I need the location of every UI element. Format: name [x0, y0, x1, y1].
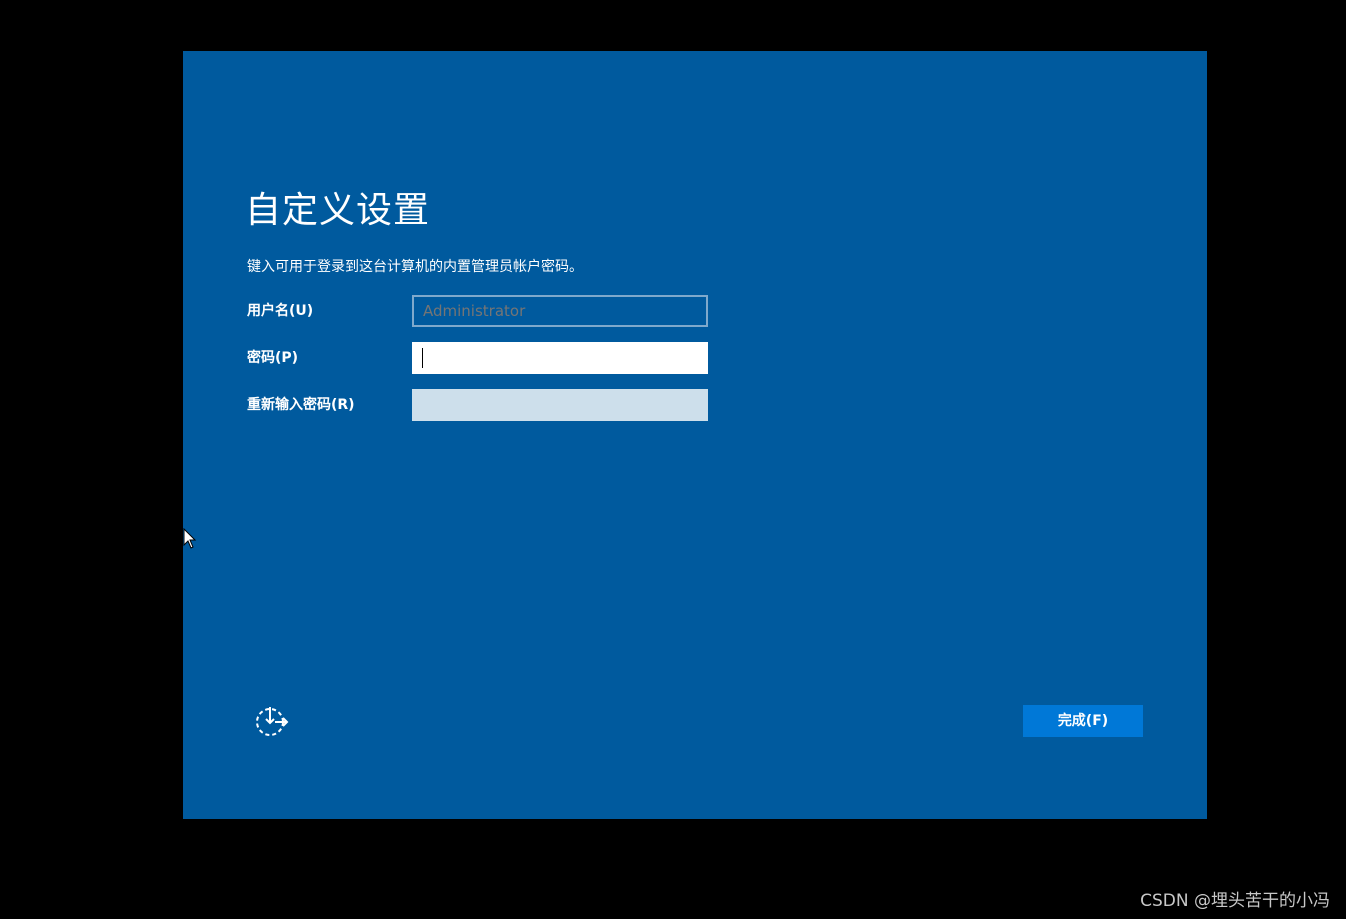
password-label: 密码(P) [247, 350, 299, 366]
instruction-text: 键入可用于登录到这台计算机的内置管理员帐户密码。 [247, 259, 583, 275]
screen: 自定义设置 键入可用于登录到这台计算机的内置管理员帐户密码。 用户名(U) 密码… [0, 0, 1346, 919]
username-label: 用户名(U) [247, 303, 314, 319]
setup-panel: 自定义设置 键入可用于登录到这台计算机的内置管理员帐户密码。 用户名(U) 密码… [183, 51, 1207, 819]
password-field[interactable] [412, 342, 708, 374]
ease-of-access-icon[interactable] [253, 703, 291, 741]
confirm-password-label: 重新输入密码(R) [247, 397, 355, 413]
confirm-password-field[interactable] [412, 389, 708, 421]
username-field[interactable] [412, 295, 708, 327]
finish-button[interactable]: 完成(F) [1023, 705, 1143, 737]
ease-of-access-icon-graphic [256, 707, 289, 736]
page-title: 自定义设置 [245, 190, 431, 231]
watermark: CSDN @埋头苦干的小冯 [1140, 891, 1330, 911]
mouse-cursor-icon [183, 527, 197, 550]
text-caret [422, 348, 423, 368]
